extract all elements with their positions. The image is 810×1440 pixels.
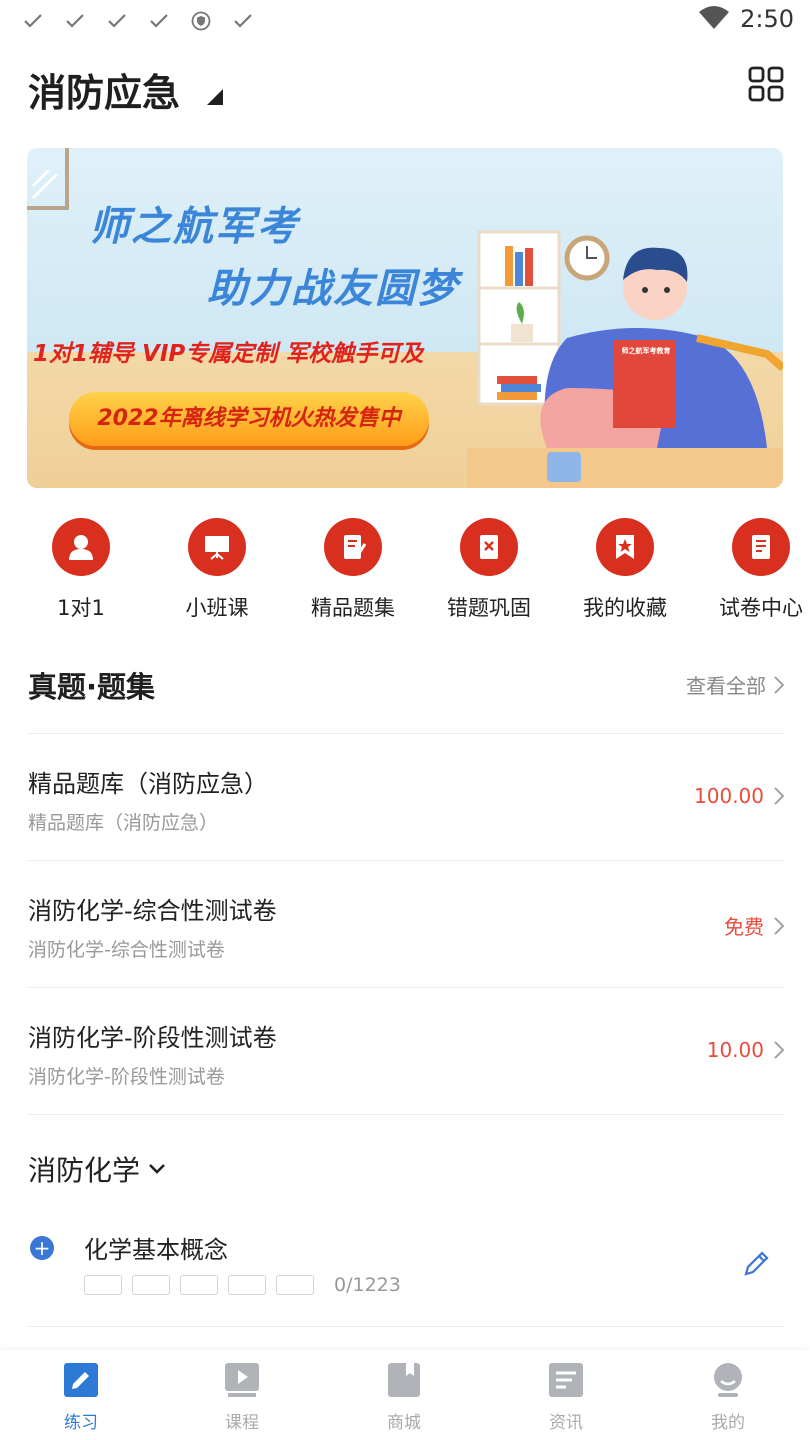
list-item[interactable]: 精品题库（消防应急） 精品题库（消防应急） 100.00: [28, 733, 784, 860]
check-icon: [104, 8, 130, 34]
item-title: 精品题库（消防应急）: [28, 770, 268, 798]
tab-mall[interactable]: 商城: [359, 1362, 449, 1433]
tab-courses[interactable]: 课程: [197, 1362, 287, 1433]
section-header: 真题·题集 查看全部: [28, 660, 784, 712]
category-label: 精品题集: [311, 596, 395, 620]
expand-plus-icon[interactable]: +: [30, 1236, 54, 1260]
progress-box: [228, 1275, 266, 1295]
notification-icons: [20, 8, 256, 34]
category-small-class[interactable]: 小班课: [157, 514, 277, 622]
chapter-item-title: 化学基本概念: [84, 1236, 228, 1264]
user-icon: [52, 518, 110, 576]
category-favorites[interactable]: 我的收藏: [565, 514, 685, 622]
chapter-title: 消防化学: [28, 1154, 141, 1187]
tab-news[interactable]: 资讯: [521, 1362, 611, 1433]
progress-count: 0/1223: [334, 1274, 401, 1296]
tab-label: 资讯: [549, 1413, 583, 1433]
tab-label: 课程: [225, 1413, 259, 1433]
presentation-board-icon: [188, 518, 246, 576]
tab-me[interactable]: 我的: [683, 1362, 773, 1433]
tab-label: 我的: [711, 1413, 745, 1433]
chapter-header: 消防化学: [28, 1114, 784, 1194]
section-title: 真题·题集: [28, 670, 156, 704]
item-subtitle: 消防化学-综合性测试卷: [28, 939, 225, 961]
category-label: 小班课: [185, 596, 249, 620]
bottom-tab-bar: 练习 课程 商城 资讯 我的: [0, 1350, 810, 1440]
view-all-link[interactable]: 查看全部: [686, 670, 784, 699]
progress-box: [180, 1275, 218, 1295]
price-label: 100.00: [694, 784, 764, 808]
price-label: 10.00: [706, 1038, 764, 1062]
status-bar: 2:50: [0, 0, 810, 44]
view-all-label: 查看全部: [686, 674, 766, 698]
banner-title: 师之航军考: [89, 204, 299, 250]
status-time: 2:50: [740, 5, 794, 33]
profile-icon: [714, 1363, 742, 1397]
wrong-paper-icon: [460, 518, 518, 576]
category-label: 错题巩固: [447, 596, 531, 620]
book-icon: [388, 1363, 420, 1397]
item-price: 免费: [724, 911, 784, 940]
chevron-right-icon: [774, 787, 784, 805]
item-title: 消防化学-阶段性测试卷: [28, 1024, 277, 1052]
category-premium-questions[interactable]: 精品题集: [293, 514, 413, 622]
item-price: 100.00: [694, 784, 784, 808]
category-label: 试卷中心: [719, 596, 803, 620]
category-row: 1对1 小班课 精品题集 错题巩固 我的收藏 试卷中心: [0, 514, 810, 624]
tab-label: 商城: [387, 1413, 421, 1433]
category-paper-center[interactable]: 试卷中心: [701, 514, 810, 622]
list-item[interactable]: 消防化学-阶段性测试卷 消防化学-阶段性测试卷 10.00: [28, 987, 784, 1114]
chevron-down-icon: [149, 1164, 165, 1174]
grid-menu-icon[interactable]: [748, 66, 784, 102]
chapter-item[interactable]: + 化学基本概念 0/1223: [28, 1212, 784, 1327]
list-item[interactable]: 消防化学-综合性测试卷 消防化学-综合性测试卷 免费: [28, 860, 784, 987]
banner-features: 1对1辅导 VIP专属定制 军校触手可及: [33, 341, 424, 367]
category-label: 1对1: [57, 596, 105, 620]
shield-icon: [188, 8, 214, 34]
book-label: 师之航军考教育: [621, 347, 671, 355]
dropdown-triangle-icon[interactable]: [206, 88, 224, 106]
item-subtitle: 消防化学-阶段性测试卷: [28, 1066, 225, 1088]
bookmark-star-icon: [596, 518, 654, 576]
banner-subtitle: 助力战友圆梦: [207, 266, 459, 312]
banner-pill: 2022年离线学习机火热发售中: [69, 392, 429, 446]
tab-label: 练习: [64, 1413, 98, 1433]
category-wrong-questions[interactable]: 错题巩固: [429, 514, 549, 622]
item-subtitle: 精品题库（消防应急）: [28, 812, 219, 834]
progress-box: [132, 1275, 170, 1295]
notebook-pen-icon: [324, 518, 382, 576]
check-icon: [230, 8, 256, 34]
promo-banner[interactable]: 师之航军考 助力战友圆梦 1对1辅导 VIP专属定制 军校触手可及 2022年离…: [27, 148, 783, 488]
price-label: 免费: [724, 915, 764, 939]
wifi-icon: [698, 4, 730, 34]
play-icon: [225, 1363, 259, 1397]
chevron-right-icon: [774, 675, 784, 694]
pencil-icon: [64, 1363, 98, 1397]
paper-icon: [732, 518, 790, 576]
chevron-right-icon: [774, 916, 784, 935]
check-icon: [62, 8, 88, 34]
progress-indicator: 0/1223: [84, 1274, 401, 1296]
chapter-selector[interactable]: 消防化学: [28, 1149, 166, 1189]
item-price: 10.00: [707, 1038, 784, 1062]
edit-pencil-icon[interactable]: [742, 1248, 772, 1278]
chevron-right-icon: [774, 1041, 784, 1059]
check-icon: [20, 8, 46, 34]
check-icon: [146, 8, 172, 34]
news-icon: [549, 1363, 583, 1397]
page-header: 消防应急: [28, 56, 784, 126]
banner-pill-text: 2022年离线学习机火热发售中: [97, 406, 401, 431]
subject-selector[interactable]: 消防应急: [28, 62, 180, 117]
tab-practice[interactable]: 练习: [36, 1362, 126, 1433]
category-1v1[interactable]: 1对1: [21, 514, 141, 622]
item-title: 消防化学-综合性测试卷: [28, 897, 277, 925]
category-label: 我的收藏: [583, 596, 667, 620]
progress-box: [84, 1275, 122, 1295]
progress-box: [276, 1275, 314, 1295]
